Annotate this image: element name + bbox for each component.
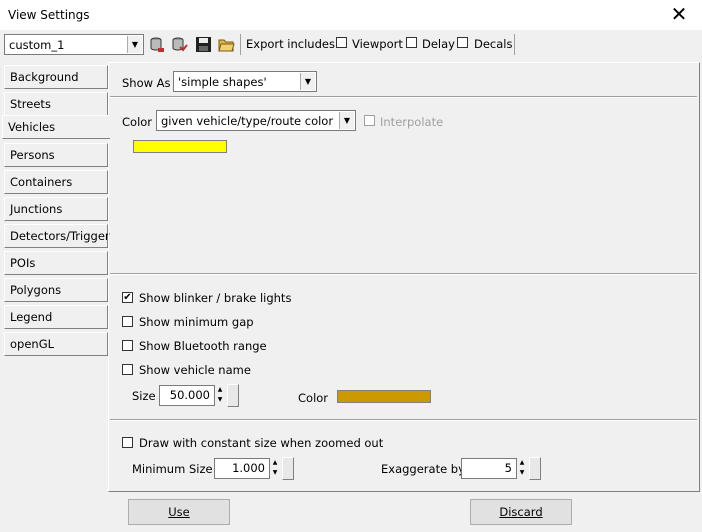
blinker-checkbox[interactable]: ✔ (122, 292, 133, 303)
discard-button[interactable]: Discard (470, 499, 572, 525)
open-db-icon[interactable] (149, 36, 166, 53)
show-as-value: 'simple shapes' (178, 75, 267, 89)
size-input[interactable]: 50.000 (159, 385, 215, 406)
interpolate-label: Interpolate (380, 115, 444, 129)
tab-detectors-trigger[interactable]: Detectors/Trigger (4, 224, 110, 248)
arrow-down-icon[interactable]: ▼ (517, 468, 527, 477)
constant-size-label: Draw with constant size when zoomed out (139, 436, 384, 450)
separator (110, 419, 697, 421)
size-label: Size (132, 389, 156, 403)
color-scheme-value: given vehicle/type/route color (161, 114, 334, 128)
arrow-up-icon[interactable]: ▲ (270, 458, 280, 467)
min-gap-label: Show minimum gap (139, 315, 254, 329)
open-folder-icon[interactable] (218, 36, 235, 53)
tab-streets[interactable]: Streets (4, 92, 108, 116)
arrow-down-icon[interactable]: ▼ (270, 468, 280, 477)
blinker-label: Show blinker / brake lights (139, 291, 292, 305)
min-size-slider-handle[interactable] (282, 457, 294, 480)
tab-junctions[interactable]: Junctions (4, 197, 108, 221)
close-icon[interactable]: ✕ (656, 0, 702, 30)
arrow-up-icon[interactable]: ▲ (215, 385, 225, 394)
exaggerate-slider-handle[interactable] (529, 457, 541, 480)
scheme-value: custom_1 (9, 38, 65, 52)
color-label: Color (122, 115, 153, 129)
show-as-combo[interactable]: 'simple shapes' ▼ (173, 71, 317, 92)
size-stepper[interactable]: ▲ ▼ (215, 385, 225, 406)
export-delay-label: Delay (422, 37, 455, 51)
size-slider-handle[interactable] (227, 384, 239, 407)
bluetooth-checkbox[interactable] (122, 340, 133, 351)
export-viewport-checkbox[interactable] (336, 37, 347, 48)
window-title: View Settings (8, 8, 90, 22)
export-decals-label: Decals (474, 37, 513, 51)
tab-vehicles[interactable]: Vehicles (2, 115, 110, 139)
toolbar-divider (240, 34, 241, 55)
tab-pois[interactable]: POIs (4, 251, 108, 275)
toolbar-end-divider (514, 34, 515, 55)
name-color-label: Color (298, 391, 329, 405)
interpolate-checkbox[interactable] (364, 115, 375, 126)
tab-legend[interactable]: Legend (4, 305, 108, 329)
color-scheme-combo[interactable]: given vehicle/type/route color ▼ (156, 110, 356, 131)
primary-color-swatch[interactable] (133, 140, 227, 153)
min-size-stepper[interactable]: ▲ ▼ (270, 458, 280, 479)
tab-polygons[interactable]: Polygons (4, 278, 108, 302)
export-includes-label: Export includes: (246, 37, 339, 51)
export-delay-checkbox[interactable] (406, 37, 417, 48)
export-viewport-label: Viewport (352, 37, 403, 51)
constant-size-checkbox[interactable] (122, 437, 133, 448)
title-bar: View Settings ✕ (0, 0, 702, 30)
show-as-label: Show As (122, 76, 171, 90)
chevron-down-icon[interactable]: ▼ (339, 112, 354, 129)
exaggerate-stepper[interactable]: ▲ ▼ (517, 458, 527, 479)
arrow-up-icon[interactable]: ▲ (517, 458, 527, 467)
save-disk-icon[interactable] (195, 36, 212, 53)
arrow-down-icon[interactable]: ▼ (215, 395, 225, 404)
min-gap-checkbox[interactable] (122, 316, 133, 327)
scheme-combo[interactable]: custom_1 ▼ (4, 34, 144, 55)
chevron-down-icon[interactable]: ▼ (300, 73, 315, 90)
use-button[interactable]: Use (128, 499, 230, 525)
chevron-down-icon[interactable]: ▼ (127, 36, 142, 53)
separator (110, 96, 697, 98)
bluetooth-label: Show Bluetooth range (139, 339, 267, 353)
exaggerate-input[interactable]: 5 (461, 458, 517, 479)
name-color-swatch[interactable] (337, 390, 431, 403)
export-decals-checkbox[interactable] (457, 37, 468, 48)
tab-background[interactable]: Background (4, 65, 108, 89)
tab-containers[interactable]: Containers (4, 170, 108, 194)
vehicle-name-label: Show vehicle name (139, 363, 251, 377)
tab-opengl[interactable]: openGL (4, 332, 108, 356)
vehicle-name-checkbox[interactable] (122, 364, 133, 375)
separator (110, 273, 697, 275)
tab-persons[interactable]: Persons (4, 143, 108, 167)
min-size-input[interactable]: 1.000 (214, 458, 270, 479)
save-db-icon[interactable] (171, 36, 188, 53)
exaggerate-label: Exaggerate by (381, 462, 465, 476)
min-size-label: Minimum Size (132, 462, 213, 476)
